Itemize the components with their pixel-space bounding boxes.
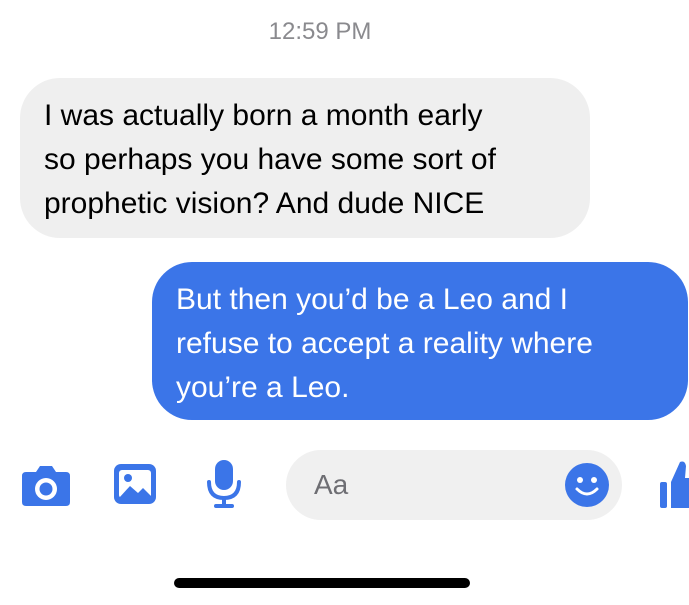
message-input[interactable] [314,450,564,520]
message-line: you’re a Leo. [176,371,350,404]
camera-icon[interactable] [20,464,72,508]
home-indicator [174,578,470,588]
thumbs-up-icon[interactable] [658,458,689,510]
outgoing-message-bubble[interactable]: But then you’d be a Leo and I refuse to … [152,262,688,420]
microphone-icon[interactable] [205,458,243,510]
message-line: refuse to accept a reality where [176,327,593,360]
incoming-message-bubble[interactable]: I was actually born a month early so per… [20,78,590,238]
message-line: I was actually born a month early [44,99,483,132]
message-line: But then you’d be a Leo and I [176,283,568,316]
message-line: so perhaps you have some sort of [44,143,496,176]
message-composer[interactable] [286,450,622,520]
message-timestamp: 12:59 PM [268,18,372,45]
gallery-icon[interactable] [112,462,158,506]
message-line: prophetic vision? And dude NICE [44,187,485,220]
emoji-icon[interactable] [564,462,610,508]
